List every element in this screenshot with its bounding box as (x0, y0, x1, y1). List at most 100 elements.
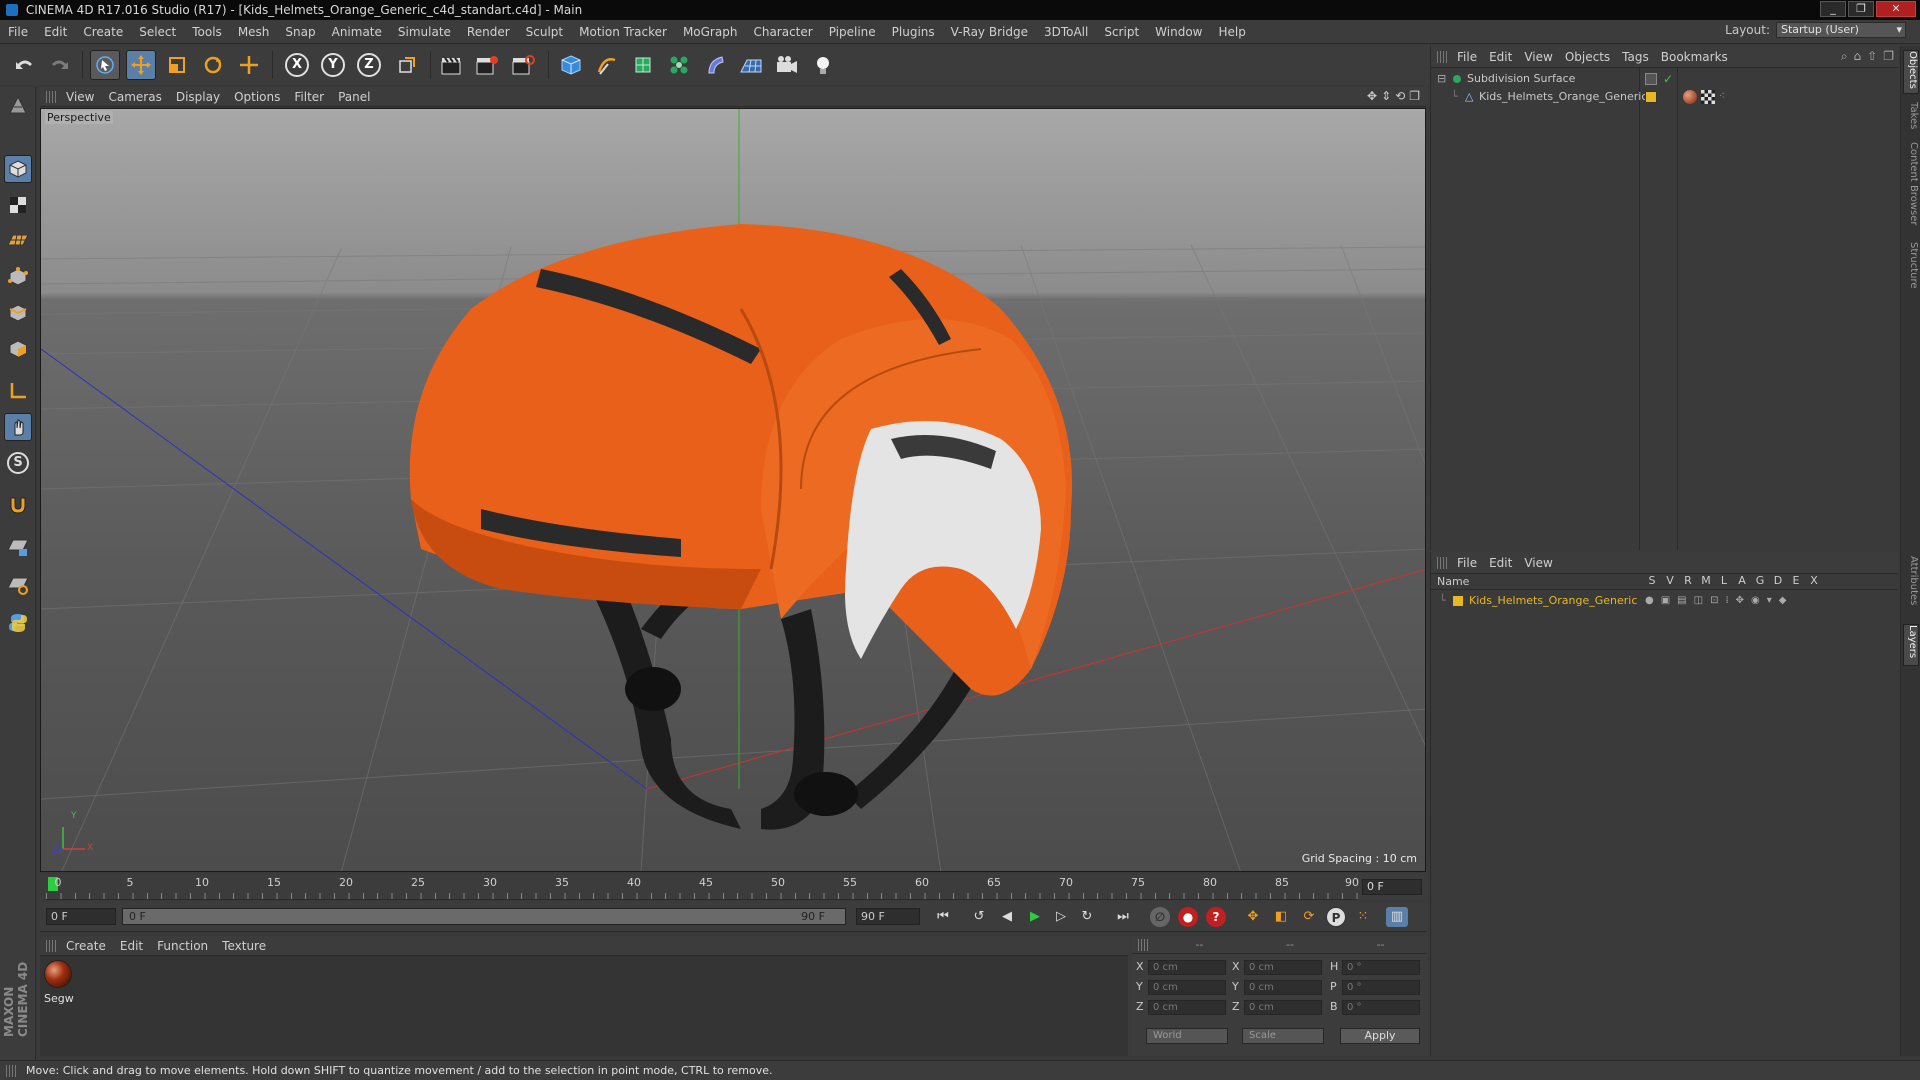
object-row-kids-helmets[interactable]: └ △ Kids_Helmets_Orange_Generic ⁖ (1431, 88, 1899, 106)
tab-layers[interactable]: Layers (1903, 624, 1919, 666)
redo-button[interactable] (44, 50, 74, 80)
size-z-field[interactable]: 0 cm (1244, 1000, 1322, 1015)
collapse-toggle-icon[interactable]: ⊟ (1437, 70, 1446, 88)
layer-name[interactable]: Kids_Helmets_Orange_Generic (1469, 592, 1637, 610)
tab-content-browser[interactable]: Content Browser (1903, 142, 1919, 232)
texture-mode-button[interactable] (4, 191, 32, 219)
menu-create[interactable]: Create (75, 25, 131, 39)
material-menu-edit[interactable]: Edit (116, 939, 153, 953)
menu-mograph[interactable]: MoGraph (675, 25, 746, 39)
add-spline-button[interactable] (592, 50, 622, 80)
menu-simulate[interactable]: Simulate (390, 25, 459, 39)
restore-button[interactable]: ❐ (1848, 1, 1874, 17)
menu-script[interactable]: Script (1096, 25, 1147, 39)
objects-menu-bookmarks[interactable]: Bookmarks (1657, 50, 1736, 64)
add-deformer-button[interactable] (700, 50, 730, 80)
viewport-menu-options[interactable]: Options (230, 90, 290, 104)
add-mograph-cloner-button[interactable] (664, 50, 694, 80)
xrefs-column[interactable]: X (1805, 574, 1823, 587)
solo-column[interactable]: S (1643, 574, 1661, 587)
layers-menu-file[interactable]: File (1453, 556, 1485, 570)
tweak-mode-button[interactable] (4, 413, 32, 441)
tab-objects[interactable]: Objects (1903, 50, 1919, 94)
model-mode-button[interactable] (4, 155, 32, 183)
key-pla-button[interactable]: ⁙ (1352, 907, 1374, 927)
animation-column[interactable]: A (1733, 574, 1751, 587)
viewport-camera-label[interactable]: Perspective (45, 111, 113, 124)
objects-menu-view[interactable]: View (1520, 50, 1560, 64)
layer-color-swatch[interactable] (1645, 91, 1657, 103)
coordinate-space-dropdown[interactable]: World (1146, 1028, 1228, 1044)
go-to-start-button[interactable]: ⏮ (932, 907, 954, 927)
previous-frame-button[interactable]: ◀ (996, 907, 1018, 927)
lock-x-axis-button[interactable]: X (282, 50, 312, 80)
menu-edit[interactable]: Edit (36, 25, 75, 39)
menu-file[interactable]: File (0, 25, 36, 39)
make-editable-button[interactable] (4, 91, 32, 119)
lock-z-axis-button[interactable]: Z (354, 50, 384, 80)
scale-tool-button[interactable] (162, 50, 192, 80)
objects-menu-file[interactable]: File (1453, 50, 1485, 64)
rotation-b-field[interactable]: 0 ° (1342, 1000, 1420, 1015)
menu-render[interactable]: Render (459, 25, 518, 39)
preview-range-slider[interactable]: 0 F 90 F (122, 908, 846, 925)
planar-workplane-button[interactable] (4, 571, 32, 599)
autokeying-button[interactable]: ? (1206, 907, 1226, 927)
orbit-view-icon[interactable]: ⟲ (1395, 89, 1405, 103)
panel-grip-icon[interactable] (46, 90, 56, 103)
objects-menu-objects[interactable]: Objects (1561, 50, 1618, 64)
lock-y-axis-button[interactable]: Y (318, 50, 348, 80)
menu-tools[interactable]: Tools (184, 25, 230, 39)
timeline-options-button[interactable]: ▥ (1386, 907, 1408, 927)
position-x-field[interactable]: 0 cm (1148, 960, 1226, 975)
render-column[interactable]: R (1679, 574, 1697, 587)
render-picture-viewer-button[interactable] (472, 50, 502, 80)
viewport-menu-filter[interactable]: Filter (290, 90, 334, 104)
python-button[interactable] (4, 609, 32, 637)
menu-mesh[interactable]: Mesh (230, 25, 278, 39)
menu-help[interactable]: Help (1210, 25, 1253, 39)
objects-menu-edit[interactable]: Edit (1485, 50, 1520, 64)
visible-column[interactable]: V (1661, 574, 1679, 587)
position-y-field[interactable]: 0 cm (1148, 980, 1226, 995)
object-name[interactable]: Subdivision Surface (1467, 70, 1575, 88)
play-button[interactable]: ▶ (1024, 907, 1046, 927)
layers-menu-view[interactable]: View (1520, 556, 1560, 570)
object-row-subdivision-surface[interactable]: ⊟ Subdivision Surface ✓ (1431, 70, 1899, 88)
undo-button[interactable] (10, 50, 40, 80)
motion-path-button[interactable]: ∅ (1150, 907, 1170, 927)
end-frame-field[interactable]: 90 F (856, 908, 920, 925)
layers-menu-edit[interactable]: Edit (1485, 556, 1520, 570)
layer-color-swatch[interactable] (1645, 73, 1657, 85)
panel-grip-icon[interactable] (1437, 50, 1447, 63)
generators-column[interactable]: G (1751, 574, 1769, 587)
pan-view-icon[interactable]: ✥ (1367, 89, 1377, 103)
menu-sculpt[interactable]: Sculpt (518, 25, 571, 39)
uvw-tag-icon[interactable] (1701, 90, 1715, 104)
menu-pipeline[interactable]: Pipeline (821, 25, 884, 39)
key-rotation-button[interactable]: ⟳ (1298, 907, 1320, 927)
panel-grip-icon[interactable] (46, 939, 56, 952)
key-parameter-button[interactable]: P (1326, 907, 1346, 927)
home-icon[interactable]: ⌂ (1854, 49, 1862, 64)
maximize-view-icon[interactable]: ❐ (1409, 89, 1420, 103)
locked-column[interactable]: L (1715, 574, 1733, 587)
coordinate-system-button[interactable] (392, 50, 422, 80)
add-light-button[interactable] (808, 50, 838, 80)
new-window-icon[interactable]: ❐ (1883, 49, 1894, 64)
add-camera-button[interactable] (772, 50, 802, 80)
polygons-mode-button[interactable] (4, 335, 32, 363)
edges-mode-button[interactable] (4, 299, 32, 327)
menu-character[interactable]: Character (745, 25, 820, 39)
search-icon[interactable]: ⌕ (1841, 49, 1848, 64)
layout-dropdown[interactable]: Startup (User) (1776, 22, 1906, 38)
viewport-menu-cameras[interactable]: Cameras (104, 90, 171, 104)
snap-button[interactable] (4, 491, 32, 519)
arrow-up-icon[interactable]: ⇧ (1867, 49, 1877, 64)
locked-workplane-button[interactable] (4, 533, 32, 561)
tab-structure[interactable]: Structure (1903, 242, 1919, 298)
expressions-column[interactable]: E (1787, 574, 1805, 587)
tab-attributes[interactable]: Attributes (1903, 556, 1919, 616)
key-scale-button[interactable]: ◧ (1270, 907, 1292, 927)
previous-key-button[interactable]: ↺ (968, 907, 990, 927)
